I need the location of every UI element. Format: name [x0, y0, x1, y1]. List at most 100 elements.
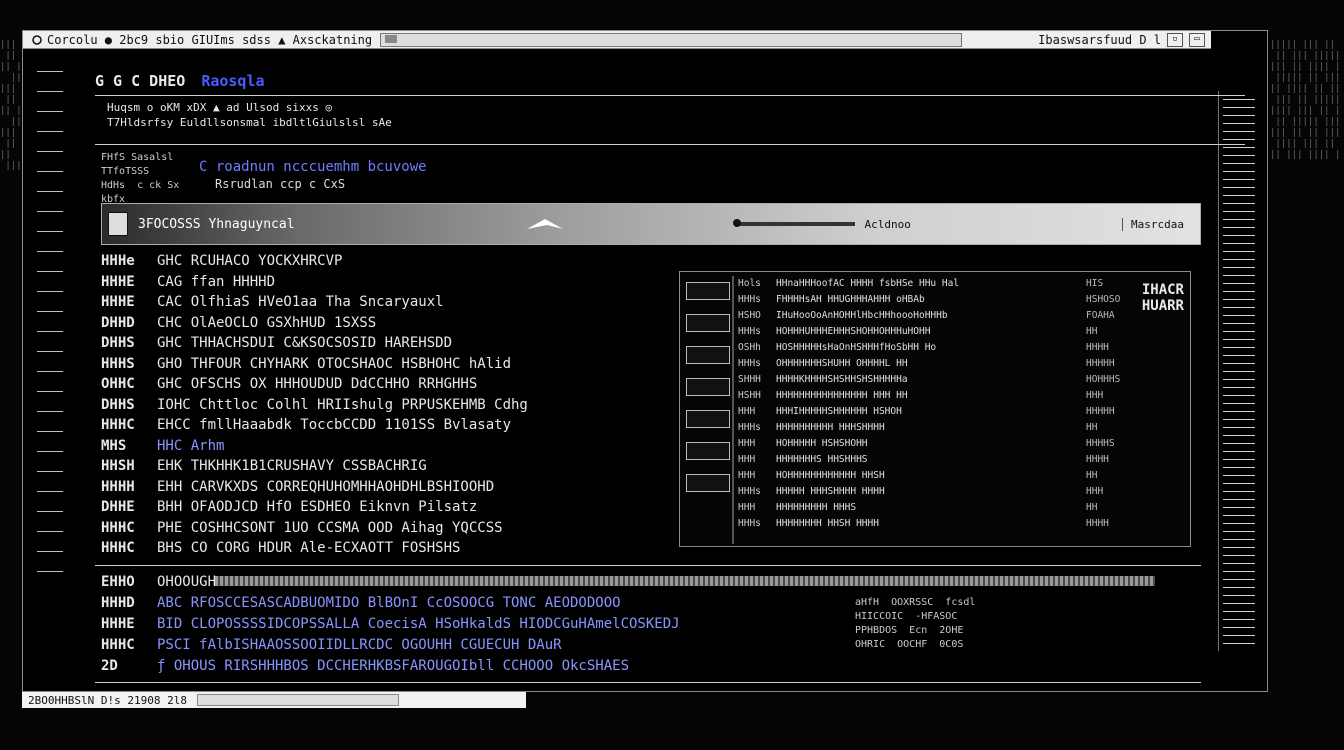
title-scrollbar[interactable] — [380, 32, 963, 47]
form-labels: FHfS Sasalsl TTfoTSSS HdHs c ck Sx kbfx — [101, 152, 180, 205]
list-item[interactable]: HHHC PHE COSHHCSONT 1UO CCSMA OOD Aihag Y… — [101, 518, 681, 539]
thumbnail[interactable] — [686, 378, 730, 396]
list-item[interactable]: DHHD CHC OlAeOCLO GSXhHUD 1SXSS — [101, 313, 681, 334]
list-item-text: GHC OFSCHS OX HHHOUDUD DdCCHHO RRHGHHS — [157, 376, 478, 392]
table-row[interactable]: HHHs HHHHHHHHHH HHHSHHHH HH — [738, 420, 1184, 436]
list-item[interactable]: OHHC GHC OFSCHS OX HHHOUDUD DdCCHHO RRHGH… — [101, 374, 681, 395]
list-item[interactable]: HHHE CAC OlfhiaS HVeO1aa Tha Sncaryauxl — [101, 292, 681, 313]
toolbar-slider[interactable] — [732, 219, 855, 227]
scroll-thumb[interactable] — [385, 34, 398, 43]
list-item-text: BID CLOPOSSSSIDCOPSSALLA CoecisA HSoHkal… — [157, 616, 680, 632]
list-item[interactable]: HHHC PSCI fAlbISHAAOSSOOIIDLLRCDC OGOUHH … — [101, 635, 821, 656]
table-row[interactable]: HHH HHHIHHHHHSHHHHHH HSHOH HHHHH — [738, 404, 1184, 420]
list-item[interactable]: MHS HHC Arhm — [101, 436, 681, 457]
list-item-text: EHK THKHHK1B1CRUSHAVY CSSBACHRIG — [157, 458, 427, 474]
subheader-line-2: T7Hldsrfsy Euldllsonsmal ibdltlGiulslsl … — [107, 116, 392, 129]
thumbnail[interactable] — [686, 442, 730, 460]
table-row[interactable]: HSHH HHHHHHHHHHHHHHHH HHH HH HHH — [738, 388, 1184, 404]
table-cell: HHHs — [738, 486, 761, 497]
status-bar: 2BO0HHBSlN D!s 21908 2l8 — [22, 692, 526, 708]
table-row[interactable]: OSHh HOSHHHHHsHaOnHSHHHfHoSbHH Ho HHHH — [738, 340, 1184, 356]
table-row[interactable]: Hols HHnaHHHoofAC HHHH fsbHSe HHu Hal HIS — [738, 276, 1184, 292]
table-row[interactable]: HHH HHHHHHHS HHSHHHS HHHH — [738, 452, 1184, 468]
left-ruler — [37, 61, 63, 621]
list-item[interactable]: HHHC EHCC fmllHaaabdk ToccbCCDD 1101SS Bv… — [101, 415, 681, 436]
table-row[interactable]: HHH HOHHHHHHHHHHHH HHSH HH — [738, 468, 1184, 484]
table-row[interactable]: HHHs FHHHHsAH HHUGHHHAHHH oHBAb HSHOSO — [738, 292, 1184, 308]
table-cell: OSHh — [738, 342, 761, 353]
toolbar-field[interactable]: 3FOCOSSS Yhnaguyncal — [138, 217, 295, 232]
table-cell: HHH — [738, 470, 756, 481]
toolbar: 3FOCOSSS Yhnaguyncal Acldnoo Masrcdaa — [101, 203, 1201, 245]
thumbnail[interactable] — [686, 282, 730, 300]
list-item-text: ABC RFOSCCESASCADBUOMIDO BlBOnI CcOSOOCG… — [157, 595, 621, 611]
table-cell: HHHHHHHHHHHHHHHH HHH HH — [776, 390, 908, 401]
list-item[interactable]: DHHE BHH OFAODJCD HfO ESDHEO Eiknvn Pilsa… — [101, 497, 681, 518]
thumbnail[interactable] — [686, 314, 730, 332]
list-item[interactable]: HHHC BHS CO CORG HDUR Ale-ECXAOTT FOSHSHS — [101, 538, 681, 559]
form-heading[interactable]: C roadnun ncccuemhm bcuvowe — [199, 159, 427, 175]
table-cell: HHHHH HHHSHHHH HHHH — [776, 486, 885, 497]
record-list: HHHe GHC RCUHACO YOCKXHRCVP HHHE CAG ffan H… — [101, 251, 681, 571]
list-item-text: OHOOUGH — [157, 574, 217, 590]
status-scrollbar[interactable] — [196, 694, 399, 706]
list-item-key: HHHD — [101, 595, 135, 611]
maximize-button[interactable]: ▭ — [1189, 32, 1205, 47]
list-item[interactable]: HHHS GHO THFOUR CHYHARK OTOCSHAOC HSBHOHC… — [101, 354, 681, 375]
table-cell: HHHHS — [1086, 438, 1115, 449]
list-item-text: HHC Arhm — [157, 437, 225, 454]
subheader-line-1: Huqsm o oKM xDX ▲ ad Ulsod sixxs ◎ — [107, 101, 333, 114]
window-title: Corcolu ● 2bc9 sbio GIUIms sdss ▲ Axscka… — [47, 32, 373, 47]
table-row[interactable]: HHHs OHHHHHHHSHUHH OHHHHL HH HHHHH — [738, 356, 1184, 372]
table-row[interactable]: HHHs HHHHHHHH HHSH HHHH HHHH — [738, 516, 1184, 532]
list-item-key: DHHE — [101, 499, 135, 515]
minimize-button[interactable]: ▫ — [1167, 32, 1183, 47]
bottom-panel: EHHO OHOOUGH HHHD ABC RFOSCCESASCADBUOMIDO … — [95, 565, 1201, 683]
list-item[interactable]: HHHD ABC RFOSCCESASCADBUOMIDO BlBOnI CcOS… — [101, 593, 821, 614]
table-cell: HH — [1086, 422, 1098, 433]
detail-corner-label: IHACR HUARR — [1141, 282, 1184, 314]
table-row[interactable]: HHHs HOHHHUHHHEHHHSHOHHOHHHuHOHH HH — [738, 324, 1184, 340]
toolbar-button-2[interactable]: Masrcdaa — [1122, 217, 1184, 231]
table-cell: HHHHHHHH HHSH HHHH — [776, 518, 879, 529]
list-item[interactable]: HHHE CAG ffan HHHHD — [101, 272, 681, 293]
list-item[interactable]: HHHH EHH CARVKXDS CORREQHUHOMHHAOHDHLBSHI… — [101, 477, 681, 498]
vertical-scrollbar[interactable] — [1218, 91, 1257, 651]
toolbar-button[interactable]: Acldnoo — [865, 218, 911, 231]
background-noise-right: ||||| ||| || || ||| ||||| ||| || |||| | … — [1270, 40, 1341, 160]
table-row[interactable]: HHH HOHHHHH HSHSHOHH HHHHS — [738, 436, 1184, 452]
thumbnail[interactable] — [686, 410, 730, 428]
list-item[interactable]: HHHe GHC RCUHACO YOCKXHRCVP — [101, 251, 681, 272]
table-row[interactable]: HSHO IHuHooOoAnHOHHlHbcHHhoooHoHHHb FOAHA — [738, 308, 1184, 324]
checkbox[interactable] — [108, 212, 128, 236]
table-row[interactable]: HHHs HHHHH HHHSHHHH HHHH HHH — [738, 484, 1184, 500]
table-cell: HHHs — [738, 422, 761, 433]
list-item[interactable]: DHHS GHC THHACHSDUI C&KSOCSOSID HAREHSDD — [101, 333, 681, 354]
list-item-key: HHHH — [101, 478, 135, 495]
table-cell: HHH — [738, 502, 756, 513]
header-nav[interactable]: G G C DHEO — [95, 72, 185, 90]
title-bar[interactable]: Corcolu ● 2bc9 sbio GIUIms sdss ▲ Axscka… — [23, 31, 1211, 49]
brand-link[interactable]: Raosqla — [201, 72, 264, 90]
table-cell: HHHs — [738, 326, 761, 337]
list-item[interactable]: HHSH EHK THKHHK1B1CRUSHAVY CSSBACHRIG — [101, 456, 681, 477]
list-item[interactable]: 2D ƒ OHOUS RIRSHHHBOS DCCHERHKBSFAROUGOIb… — [101, 656, 821, 677]
table-cell: HHHs — [738, 294, 761, 305]
table-cell: HHHs — [738, 518, 761, 529]
list-item-key: DHHS — [101, 396, 135, 413]
list-item-text: EHH CARVKXDS CORREQHUHOMHHAOHDHLBSHIOOHD — [157, 478, 495, 495]
table-row[interactable]: SHHH HHHHKHHHHSHSHHSHSHHHHHa HOHHHS — [738, 372, 1184, 388]
list-item[interactable]: DHHS IOHC Chttloc Colhl HRIIshulg PRPUSKE… — [101, 395, 681, 416]
table-cell: HHHHKHHHHSHSHHSHSHHHHHa — [776, 374, 908, 385]
table-row[interactable]: HHH HHHHHHHHH HHHS HH — [738, 500, 1184, 516]
bottom-side-text: aHfH OOXRSSC fcsdl HIICCOIC -HFASOC PPHB… — [855, 597, 976, 650]
status-text: 2BO0HHBSlN D!s 21908 2l8 — [28, 693, 187, 707]
thumbnail[interactable] — [686, 474, 730, 492]
thumbnail[interactable] — [686, 346, 730, 364]
table-cell: FOAHA — [1086, 310, 1115, 321]
list-item-text: ƒ OHOUS RIRSHHHBOS DCCHERHKBSFAROUGOIbll… — [157, 658, 630, 674]
table-cell: Hols — [738, 278, 761, 289]
table-cell: HHHIHHHHHSHHHHHH HSHOH — [776, 406, 902, 417]
list-item[interactable]: HHHE BID CLOPOSSSSIDCOPSSALLA CoecisA HSo… — [101, 614, 821, 635]
table-cell: FHHHHsAH HHUGHHHAHHH oHBAb — [776, 294, 925, 305]
